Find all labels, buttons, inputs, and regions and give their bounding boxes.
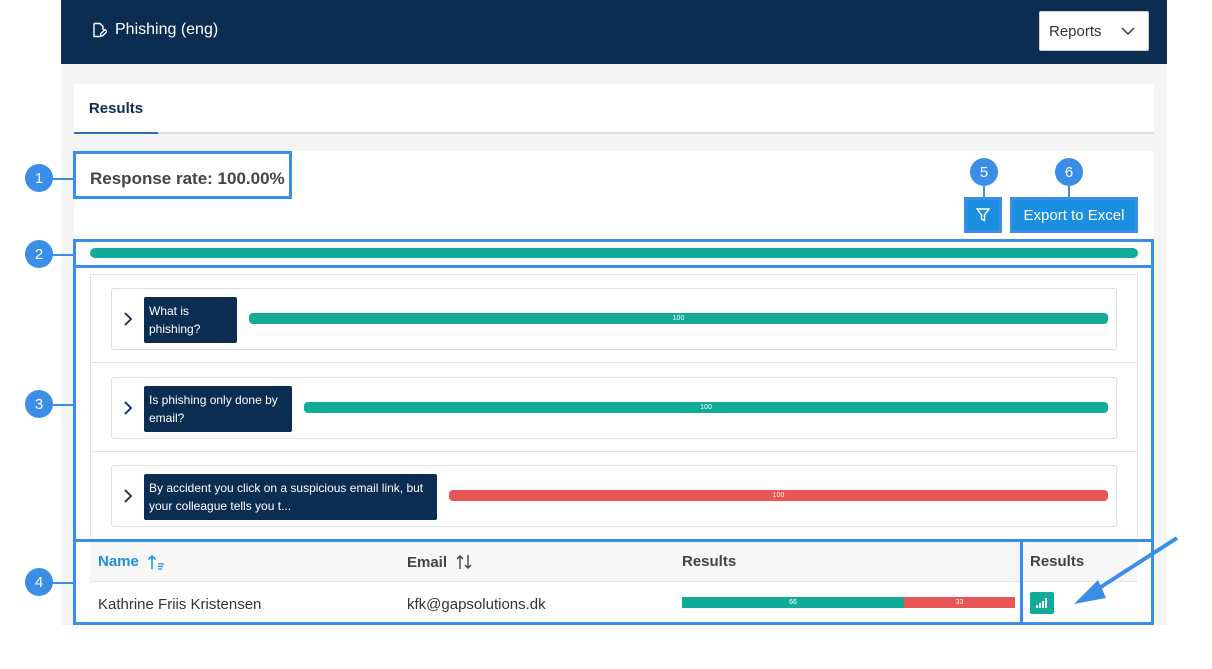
callout-connector — [52, 254, 74, 256]
callout-connector — [52, 178, 74, 180]
pointer-arrow — [1074, 536, 1179, 604]
callout-badge-4: 4 — [25, 568, 53, 596]
callout-connector — [52, 582, 74, 584]
edit-document-icon — [93, 22, 107, 38]
callout-frame-3 — [73, 265, 1154, 542]
callout-connector — [983, 186, 985, 198]
top-bar: Phishing (eng) Reports — [61, 0, 1167, 64]
callout-connector — [52, 404, 74, 406]
survey-title-text: Phishing (eng) — [115, 21, 219, 38]
callout-frame-1 — [73, 151, 292, 199]
chevron-down-icon — [1121, 27, 1135, 36]
callout-badge-2: 2 — [25, 240, 53, 268]
tab-results[interactable]: Results — [74, 84, 158, 134]
reports-select[interactable]: Reports — [1039, 11, 1149, 51]
tab-bar: Results — [74, 84, 1154, 134]
callout-badge-3: 3 — [25, 390, 53, 418]
callout-frame-6 — [1010, 197, 1138, 233]
callout-frame-4 — [73, 539, 1023, 625]
tab-results-label: Results — [88, 99, 144, 117]
callout-badge-1: 1 — [25, 164, 53, 192]
callout-badge-5: 5 — [970, 158, 998, 186]
callout-frame-5 — [964, 197, 1002, 233]
callout-frame-2 — [73, 239, 1154, 268]
callout-badge-6: 6 — [1055, 158, 1083, 186]
reports-select-value: Reports — [1049, 22, 1102, 40]
survey-title: Phishing (eng) — [91, 21, 218, 39]
callout-connector — [1068, 186, 1070, 198]
